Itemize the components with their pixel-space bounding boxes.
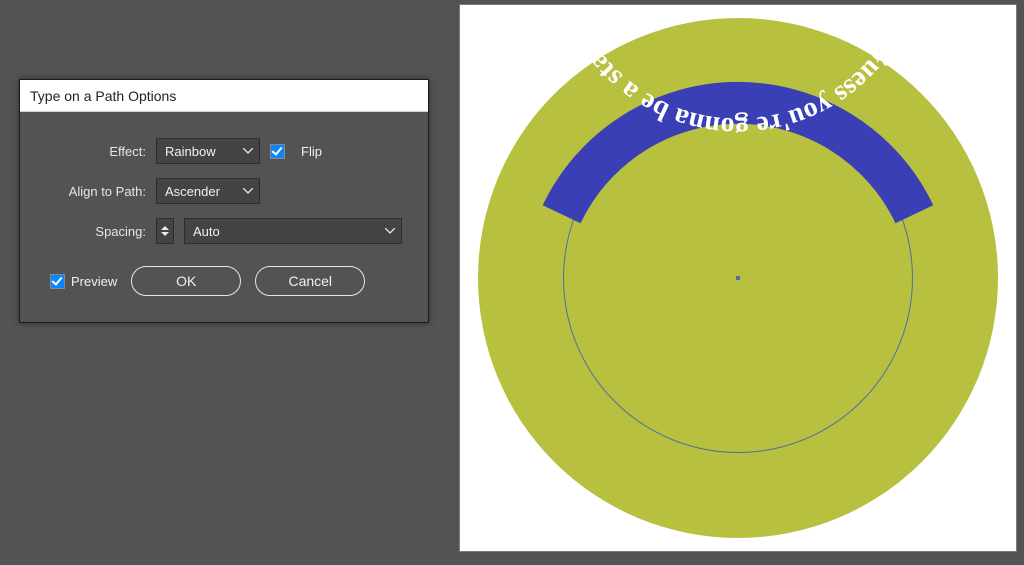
align-value: Ascender <box>165 184 220 199</box>
spacing-label: Spacing: <box>28 224 146 239</box>
ok-button[interactable]: OK <box>131 266 241 296</box>
chevron-down-icon <box>385 228 395 234</box>
chevron-down-icon <box>243 148 253 154</box>
dialog-body: Effect: Rainbow Flip Align to Path: Asce… <box>20 112 428 322</box>
effect-row: Effect: Rainbow Flip <box>28 138 402 164</box>
dialog-buttons: Preview OK Cancel <box>28 266 402 296</box>
effect-value: Rainbow <box>165 144 216 159</box>
align-label: Align to Path: <box>28 184 146 199</box>
spacing-row: Spacing: Auto <box>28 218 402 244</box>
effect-select[interactable]: Rainbow <box>156 138 260 164</box>
preview-checkbox[interactable] <box>50 274 65 289</box>
type-on-path-dialog: Type on a Path Options Effect: Rainbow F… <box>19 79 429 323</box>
type-on-path-svg: Guess you're gonna be a star <box>460 5 1016 551</box>
dialog-title: Type on a Path Options <box>20 80 428 112</box>
flip-label: Flip <box>301 144 322 159</box>
preview-label: Preview <box>71 274 117 289</box>
spacing-select[interactable]: Auto <box>184 218 402 244</box>
spacing-stepper[interactable] <box>156 218 174 244</box>
spacing-value: Auto <box>193 224 220 239</box>
effect-label: Effect: <box>28 144 146 159</box>
align-row: Align to Path: Ascender <box>28 178 402 204</box>
cancel-button[interactable]: Cancel <box>255 266 365 296</box>
align-select[interactable]: Ascender <box>156 178 260 204</box>
artboard: Guess you're gonna be a star <box>459 4 1017 552</box>
caret-up-icon <box>161 226 169 230</box>
preview-wrap: Preview <box>50 274 117 289</box>
chevron-down-icon <box>243 188 253 194</box>
caret-down-icon <box>161 232 169 236</box>
flip-checkbox[interactable] <box>270 144 285 159</box>
